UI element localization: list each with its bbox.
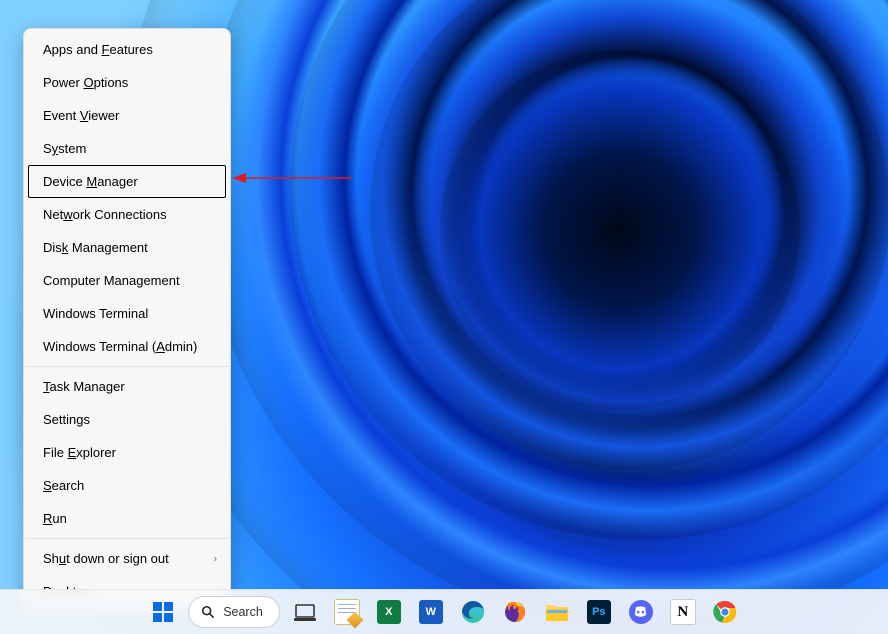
word-icon: W <box>419 600 443 624</box>
taskbar-search[interactable]: Search <box>188 596 280 628</box>
chrome-icon <box>713 600 737 624</box>
menu-task-manager[interactable]: Task Manager <box>28 370 226 403</box>
firefox-button[interactable] <box>498 595 532 629</box>
menu-shutdown-signout[interactable]: Shut down or sign out› <box>28 542 226 575</box>
explorer-button[interactable] <box>540 595 574 629</box>
notepad-button[interactable] <box>330 595 364 629</box>
notion-icon: N <box>670 599 696 625</box>
search-label: Search <box>223 605 263 619</box>
excel-icon: X <box>377 600 401 624</box>
excel-button[interactable]: X <box>372 595 406 629</box>
desktop-wallpaper: Apps and FeaturesPower OptionsEvent View… <box>0 0 888 634</box>
notepad-icon <box>334 599 360 625</box>
menu-windows-terminal-admin[interactable]: Windows Terminal (Admin) <box>28 330 226 363</box>
taskview-button[interactable] <box>288 595 322 629</box>
menu-disk-management[interactable]: Disk Management <box>28 231 226 264</box>
firefox-icon <box>503 600 527 624</box>
taskbar: Search X W <box>0 589 888 634</box>
menu-windows-terminal[interactable]: Windows Terminal <box>28 297 226 330</box>
menu-file-explorer[interactable]: File Explorer <box>28 436 226 469</box>
menu-network-connections[interactable]: Network Connections <box>28 198 226 231</box>
edge-icon <box>461 600 485 624</box>
photoshop-button[interactable]: Ps <box>582 595 616 629</box>
chevron-right-icon: › <box>214 543 217 574</box>
menu-event-viewer[interactable]: Event Viewer <box>28 99 226 132</box>
notion-button[interactable]: N <box>666 595 700 629</box>
menu-run[interactable]: Run <box>28 502 226 535</box>
winx-context-menu: Apps and FeaturesPower OptionsEvent View… <box>23 28 231 613</box>
menu-search[interactable]: Search <box>28 469 226 502</box>
taskview-icon <box>294 602 316 622</box>
photoshop-icon: Ps <box>587 600 611 624</box>
menu-separator <box>25 366 229 367</box>
start-button[interactable] <box>146 595 180 629</box>
discord-icon <box>629 600 653 624</box>
chrome-button[interactable] <box>708 595 742 629</box>
explorer-icon <box>545 601 569 623</box>
start-icon <box>152 601 174 623</box>
search-icon <box>201 605 215 619</box>
menu-system[interactable]: System <box>28 132 226 165</box>
menu-apps-features[interactable]: Apps and Features <box>28 33 226 66</box>
menu-power-options[interactable]: Power Options <box>28 66 226 99</box>
menu-settings[interactable]: Settings <box>28 403 226 436</box>
edge-button[interactable] <box>456 595 490 629</box>
menu-device-manager[interactable]: Device Manager <box>28 165 226 198</box>
menu-separator <box>25 538 229 539</box>
discord-button[interactable] <box>624 595 658 629</box>
menu-computer-management[interactable]: Computer Management <box>28 264 226 297</box>
word-button[interactable]: W <box>414 595 448 629</box>
